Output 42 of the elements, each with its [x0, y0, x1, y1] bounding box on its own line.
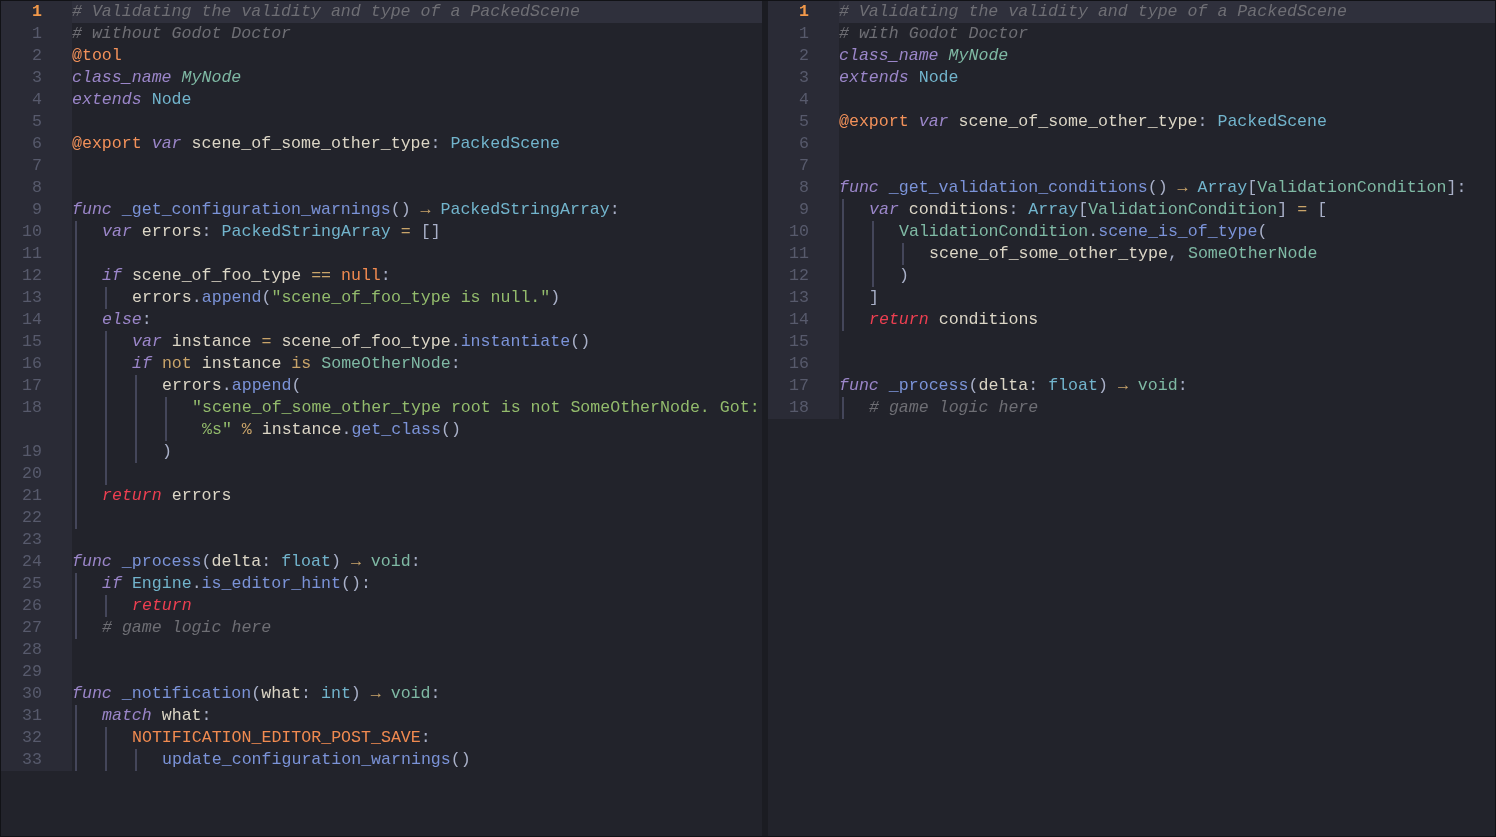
line-number: 1 [799, 1, 809, 23]
code-line: # with Godot Doctor [839, 23, 1029, 45]
code-line: class_name MyNode [839, 45, 1009, 67]
code-line: @export var scene_of_some_other_type: PackedScene [839, 111, 1327, 133]
code-line: ) [162, 441, 172, 463]
code-line: else: [102, 309, 152, 331]
code-line: func _process(delta: float) → void: [72, 551, 421, 573]
code-line: func _notification(what: int) → void: [72, 683, 441, 705]
code-line: var conditions: Array[ValidationCondition] = [ [869, 199, 1328, 221]
code-line: func _process(delta: float) → void: [839, 375, 1188, 397]
code-line: if not instance is SomeOtherNode: [132, 353, 461, 375]
code-line: if scene_of_foo_type == null: [102, 265, 391, 287]
code-line: @tool [72, 45, 122, 67]
line-number: 1 [32, 1, 42, 23]
code-line: class_name MyNode [72, 67, 242, 89]
code-line: # Validating the validity and type of a PackedScene [839, 1, 1347, 23]
code-line: return [132, 595, 192, 617]
code-line: errors.append( [162, 375, 302, 397]
code-line: update_configuration_warnings() [162, 749, 471, 771]
code-line: match what: [102, 705, 212, 727]
code-line: func _get_configuration_warnings() → PackedStringArray: [72, 199, 620, 221]
code-line: if Engine.is_editor_hint(): [102, 573, 371, 595]
code-line: ValidationCondition.scene_is_of_type( [899, 221, 1268, 243]
code-line: return conditions [869, 309, 1039, 331]
code-line: errors.append("scene_of_foo_type is null.") [132, 287, 561, 309]
code-line: func _get_validation_conditions() → Array[ValidationCondition]: [839, 177, 1467, 199]
code-line: # without Godot Doctor [72, 23, 292, 45]
code-line: var errors: PackedStringArray = [] [102, 221, 441, 243]
code-line: # game logic here [869, 397, 1039, 419]
code-line: extends Node [72, 89, 192, 111]
code-line: return errors [102, 485, 232, 507]
code-line: var instance = scene_of_foo_type.instantiate() [132, 331, 591, 353]
code-line: # game logic here [102, 617, 272, 639]
code-line: NOTIFICATION_EDITOR_POST_SAVE: [132, 727, 431, 749]
code-line: ] [869, 287, 879, 309]
code-line: scene_of_some_other_type, SomeOtherNode [929, 243, 1318, 265]
code-line: @export var scene_of_some_other_type: PackedScene [72, 133, 560, 155]
code-line: # Validating the validity and type of a PackedScene [72, 1, 580, 23]
code-line: ) [899, 265, 909, 287]
code-line: extends Node [839, 67, 959, 89]
code-line: %s" % instance.get_class() [202, 419, 461, 441]
code-line: "scene_of_some_other_type root is not SomeOtherNode. Got: [192, 397, 760, 419]
